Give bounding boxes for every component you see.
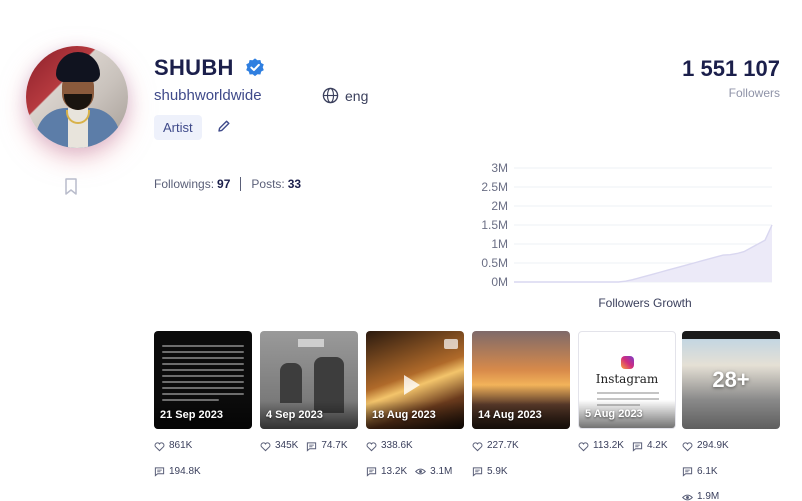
video-icon (444, 339, 458, 349)
chart-caption: Followers Growth (598, 296, 692, 310)
heart-icon (682, 441, 693, 451)
post-comments: 6.1K (697, 465, 718, 477)
heart-icon (366, 441, 377, 451)
post-likes: 861K (169, 440, 193, 451)
post-metrics: 113.2K 4.2K (578, 435, 676, 461)
followers-label: Followers (728, 86, 780, 100)
post-comments: 74.7K (321, 440, 348, 451)
comment-icon (307, 441, 317, 452)
y-tick-label: 2M (491, 199, 508, 213)
post-thumbnail[interactable]: Instagram 5 Aug 2023 (578, 331, 676, 429)
instagram-wordmark: Instagram (595, 372, 659, 386)
play-icon (404, 375, 420, 395)
post-thumbnail[interactable]: 4 Sep 2023 (260, 331, 358, 429)
followings-value: 97 (217, 177, 231, 191)
post-card[interactable]: 28+ 294.9K 6.1K 1.9M (682, 331, 780, 501)
post-thumbnail[interactable]: 18 Aug 2023 (366, 331, 464, 429)
post-comments: 13.2K (381, 465, 408, 477)
post-card[interactable]: Instagram 5 Aug 2023 113.2K 4.2K (578, 331, 676, 461)
category-tag[interactable]: Artist (154, 115, 202, 140)
post-card[interactable]: 21 Sep 2023 861K 194.8K (154, 331, 252, 486)
comment-icon (154, 467, 165, 477)
post-likes: 227.7K (487, 440, 519, 451)
verified-badge-icon (245, 58, 264, 77)
heart-icon (154, 441, 165, 451)
avatar[interactable] (26, 46, 128, 148)
post-likes: 113.2K (593, 440, 624, 451)
bookmark-icon[interactable] (64, 178, 78, 196)
followers-count: 1 551 107 (682, 56, 780, 81)
posts-value: 33 (287, 177, 302, 191)
post-thumbnail[interactable]: 14 Aug 2023 (472, 331, 570, 429)
post-metrics: 345K 74.7K (260, 435, 358, 461)
language-indicator: eng (322, 87, 368, 104)
heart-icon (472, 441, 483, 451)
post-metrics: 227.7K 5.9K (472, 435, 570, 486)
pencil-icon[interactable] (217, 119, 231, 133)
post-card[interactable]: 14 Aug 2023 227.7K 5.9K (472, 331, 570, 486)
profile-stats: Followings: 97 Posts: 33 (154, 177, 301, 191)
post-metrics: 294.9K 6.1K 1.9M (682, 435, 780, 501)
instagram-logo-icon (621, 356, 634, 369)
post-date: 14 Aug 2023 (478, 409, 542, 421)
post-likes: 294.9K (697, 440, 729, 451)
profile-name: SHUBH (154, 55, 234, 80)
comment-icon (472, 467, 483, 477)
globe-icon (322, 87, 339, 104)
language-label: eng (345, 87, 369, 104)
y-tick-label: 2.5M (481, 180, 508, 194)
post-card[interactable]: 4 Sep 2023 345K 74.7K (260, 331, 358, 461)
more-posts-overlay[interactable]: 28+ (682, 367, 780, 393)
post-date: 5 Aug 2023 (585, 408, 643, 420)
comment-icon (632, 441, 643, 452)
stats-divider (240, 177, 242, 191)
post-views: 1.9M (697, 491, 720, 501)
profile-handle-link[interactable]: shubhworldwide (154, 87, 262, 104)
post-likes: 338.6K (381, 440, 413, 451)
post-views: 3.1M (430, 465, 453, 477)
followings-label: Followings: (154, 177, 215, 191)
followers-growth-chart: 3M 2.5M 2M 1.5M 1M 0.5M 0M (481, 161, 773, 289)
post-comments: 194.8K (169, 465, 201, 477)
avatar-image (26, 46, 128, 148)
post-likes: 345K (275, 440, 299, 451)
name-row: SHUBH (154, 55, 266, 81)
y-tick-label: 3M (491, 161, 508, 175)
post-comments: 4.2K (646, 440, 668, 451)
post-thumbnail[interactable]: 28+ (682, 331, 780, 429)
comment-icon (366, 467, 377, 477)
eye-icon (415, 468, 427, 475)
post-metrics: 861K 194.8K (154, 435, 252, 486)
post-metrics: 338.6K 13.2K 3.1M (366, 435, 464, 486)
y-tick-label: 0M (491, 275, 508, 289)
post-date: 4 Sep 2023 (266, 409, 323, 421)
post-date: 21 Sep 2023 (160, 409, 223, 421)
post-thumbnail[interactable]: 21 Sep 2023 (154, 331, 252, 429)
post-comments: 5.9K (487, 465, 508, 477)
heart-icon (578, 441, 589, 451)
y-tick-label: 1.5M (481, 218, 508, 232)
y-tick-label: 0.5M (481, 256, 508, 270)
eye-icon (682, 494, 693, 500)
post-date: 18 Aug 2023 (372, 409, 436, 421)
posts-label: Posts: (251, 177, 285, 191)
y-tick-label: 1M (491, 237, 508, 251)
comment-icon (682, 467, 693, 477)
heart-icon (260, 441, 271, 451)
post-card[interactable]: 18 Aug 2023 338.6K 13.2K 3.1M (366, 331, 464, 486)
